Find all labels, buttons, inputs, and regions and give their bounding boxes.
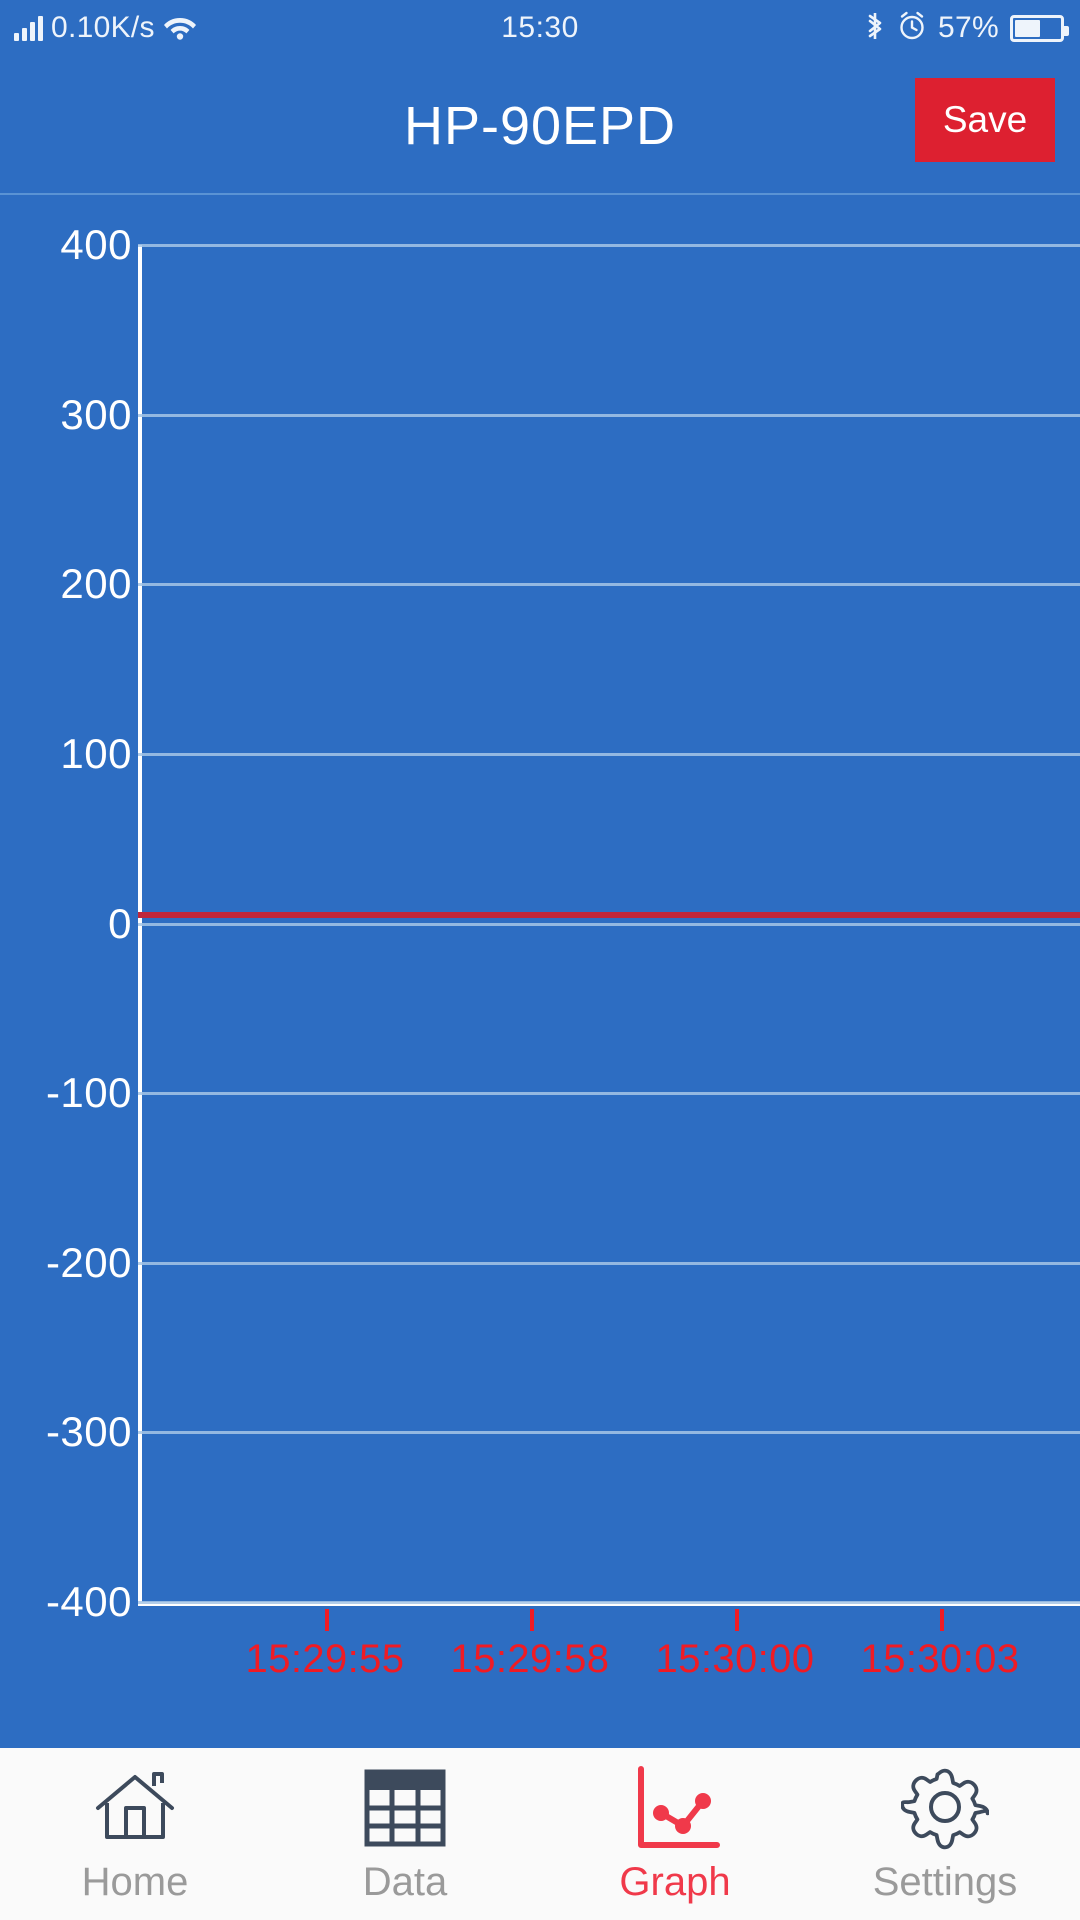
graph-chart[interactable]: 400 300 200 100 0 -100 -200 -300 -400 15:29:55 15:… <box>0 197 1080 1748</box>
chart-x-tick <box>735 1609 739 1631</box>
tab-data-label: Data <box>362 1860 448 1904</box>
table-grid-icon <box>360 1765 450 1851</box>
app-root: 0.10K/s 15:30 57% HP-90EPD Save 400 300 … <box>0 0 1080 1920</box>
chart-gridline <box>138 1601 1080 1604</box>
tab-home-label: Home <box>81 1860 189 1904</box>
gear-icon <box>901 1765 989 1851</box>
chart-gridline <box>138 244 1080 247</box>
chart-gridline <box>138 1261 1080 1265</box>
chart-x-tick-label: 15:30:00 <box>655 1637 815 1681</box>
battery-percent-label: 57% <box>938 11 999 44</box>
chart-data-line <box>138 912 1080 919</box>
chart-gridline <box>138 752 1080 756</box>
chart-gridline <box>138 1431 1080 1435</box>
chart-gridline <box>138 1092 1080 1096</box>
line-chart-icon <box>629 1765 721 1851</box>
status-clock: 15:30 <box>501 11 579 44</box>
tab-settings-label: Settings <box>872 1860 1018 1904</box>
status-bar: 0.10K/s 15:30 57% <box>0 0 1080 56</box>
chart-x-tick-label: 15:29:58 <box>450 1637 610 1681</box>
app-header: HP-90EPD Save <box>0 56 1080 195</box>
chart-y-tick-label: 300 <box>60 390 132 438</box>
tab-data[interactable]: Data <box>270 1748 540 1920</box>
tab-settings[interactable]: Settings <box>810 1748 1080 1920</box>
chart-gridline <box>138 922 1080 926</box>
chart-y-tick-label: 400 <box>60 221 132 268</box>
status-bar-right: 57% <box>864 0 1069 56</box>
chart-x-tick <box>530 1609 534 1631</box>
alarm-clock-icon <box>897 11 927 46</box>
chart-y-tick-label: -200 <box>45 1238 132 1286</box>
chart-x-tick-label: 15:29:55 <box>245 1637 405 1681</box>
chart-y-tick-label: 100 <box>60 729 132 777</box>
bottom-tab-bar: Home Data Graph Settings <box>0 1748 1080 1920</box>
tab-graph[interactable]: Graph <box>540 1748 810 1920</box>
save-button[interactable]: Save <box>915 78 1055 162</box>
chart-y-tick-label: -400 <box>45 1578 132 1625</box>
home-icon <box>92 1765 178 1851</box>
tab-home[interactable]: Home <box>0 1748 270 1920</box>
chart-gridline <box>138 413 1080 417</box>
tab-graph-label: Graph <box>619 1860 731 1904</box>
chart-gridline <box>138 583 1080 587</box>
chart-x-tick <box>940 1609 944 1631</box>
bluetooth-icon <box>864 10 886 47</box>
battery-icon <box>1010 14 1069 42</box>
chart-plot-area: 400 300 200 100 0 -100 -200 -300 -400 15:29:55 15:… <box>0 197 1080 1748</box>
chart-x-tick-label: 15:30:03 <box>860 1637 1020 1681</box>
chart-y-tick-label: -300 <box>45 1408 132 1456</box>
chart-y-tick-label: 200 <box>60 560 132 608</box>
chart-y-tick-label: 0 <box>108 899 132 947</box>
chart-y-tick-label: -100 <box>45 1069 132 1117</box>
chart-x-tick <box>325 1609 329 1631</box>
